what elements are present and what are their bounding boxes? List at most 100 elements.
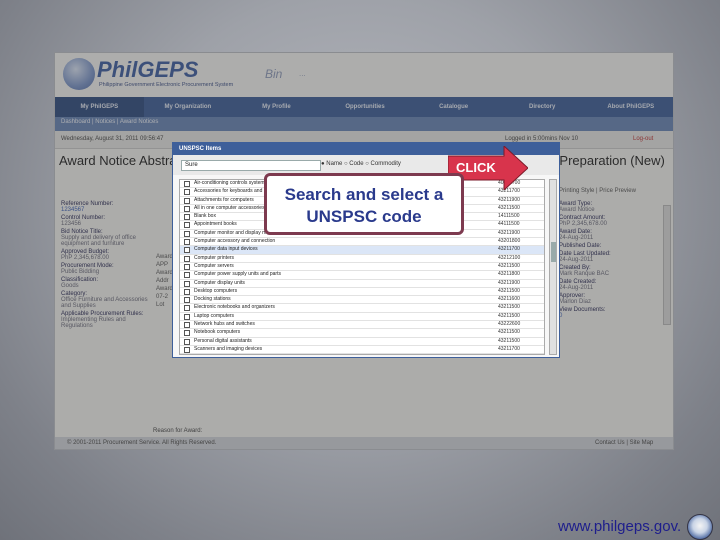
unspsc-row[interactable]: Electronic notebooks and organizers 43211… (180, 304, 544, 313)
unspsc-code: 43212100 (498, 254, 521, 261)
row-checkbox[interactable] (184, 189, 190, 196)
unspsc-row[interactable]: Network hubs and switches 43222600 (180, 321, 544, 330)
row-checkbox[interactable] (184, 330, 190, 337)
list-scrollbar[interactable] (549, 179, 557, 355)
unspsc-name: Electronic notebooks and organizers (194, 304, 275, 311)
row-checkbox[interactable] (184, 313, 190, 320)
unspsc-row[interactable]: Computer printers 43212100 (180, 255, 544, 263)
main-nav: My PhilGEPS My Organization My Profile O… (55, 97, 673, 117)
field-value: Goods (61, 283, 79, 289)
row-checkbox[interactable] (184, 239, 190, 246)
unspsc-row[interactable]: Notebook computers 43211500 (180, 329, 544, 338)
logout-link[interactable]: Log-out (633, 136, 653, 142)
unspsc-search-input[interactable]: Sure (181, 160, 321, 171)
right-field-column: Award Type: Award Notice Contract Amount… (559, 199, 659, 321)
row-checkbox[interactable] (184, 297, 190, 304)
unspsc-code: 43211700 (498, 345, 520, 352)
row-checkbox[interactable] (184, 288, 190, 295)
search-type-options[interactable]: ● Name ○ Code ○ Commodity (321, 161, 401, 167)
field-value: Award Notice (559, 207, 595, 213)
unspsc-code: 43211500 (498, 329, 520, 336)
row-checkbox[interactable] (184, 181, 190, 187)
field-value: 24-Aug-2011 (559, 257, 594, 263)
row-checkbox[interactable] (184, 280, 190, 287)
site-logo[interactable]: PhilGEPS (97, 57, 198, 83)
tab-my-organization[interactable]: My Organization (144, 97, 233, 117)
tab-my-profile[interactable]: My Profile (232, 97, 321, 117)
screenshot-panel: PhilGEPS Philippine Government Electroni… (54, 52, 674, 450)
footer-links[interactable]: Contact Us | Site Map (595, 440, 653, 446)
copyright-text: © 2001-2011 Procurement Service. All Rig… (67, 440, 217, 446)
middle-field-column: Award APP Award Addr Awarded 07-2 Lot (156, 253, 180, 309)
row-checkbox[interactable] (184, 346, 190, 353)
tab-directory[interactable]: Directory (498, 97, 587, 117)
field-value: Supply and delivery of office equipment … (61, 235, 136, 247)
lot-tab[interactable]: Lot (156, 301, 172, 309)
unspsc-row[interactable]: Desktop computers 43211500 (180, 287, 544, 297)
breadcrumb[interactable]: Dashboard | Notices | Award Notices (61, 119, 158, 125)
row-checkbox[interactable] (184, 197, 190, 204)
unspsc-name: Network hubs and switches (194, 321, 255, 328)
field-value: Marlon Diaz (559, 299, 592, 305)
unspsc-row[interactable]: Docking stations 43211600 (180, 296, 544, 305)
page-scrollbar[interactable] (663, 205, 671, 325)
field-value: 24-Aug-2011 (559, 285, 594, 291)
mid-label: Award (156, 254, 173, 260)
field-value: 123456 (61, 221, 82, 227)
unspsc-row[interactable]: Computer servers 43211500 (180, 263, 544, 272)
unspsc-name: Scanners and imaging devices (194, 345, 263, 352)
unspsc-name: Attachments for computers (194, 196, 254, 203)
row-checkbox[interactable] (184, 322, 190, 329)
unspsc-code: 43211500 (498, 312, 520, 319)
reference-number-link[interactable]: 1234567 (61, 207, 151, 213)
row-checkbox[interactable] (184, 214, 190, 221)
unspsc-name: Computer display units (194, 279, 245, 286)
site-header: PhilGEPS Philippine Government Electroni… (55, 53, 673, 97)
row-checkbox[interactable] (184, 263, 190, 270)
philgeps-globe-icon (63, 58, 95, 90)
unspsc-row[interactable]: Computer power supply units and parts 432… (180, 271, 544, 280)
unspsc-row[interactable]: Computer data input devices 43211700 (180, 246, 544, 255)
unspsc-code: 44111500 (498, 221, 520, 228)
unspsc-row[interactable]: Laptop computers 43211500 (180, 312, 544, 322)
mid-label: 07-2 (156, 294, 169, 300)
row-checkbox[interactable] (184, 247, 190, 254)
unspsc-code: 14111500 (498, 213, 520, 220)
field-value: Implementing Rules and Regulations (61, 317, 126, 329)
sub-nav: Dashboard | Notices | Award Notices (55, 117, 673, 131)
row-checkbox[interactable] (184, 205, 190, 212)
callout-line-2: UNSPSC code (306, 207, 422, 226)
unspsc-row[interactable]: Scanners and imaging devices 43211700 (180, 346, 544, 354)
unspsc-name: Personal digital assistants (194, 337, 252, 344)
unspsc-code: 43211500 (498, 304, 520, 311)
unspsc-row[interactable]: Personal digital assistants 43211500 (180, 338, 544, 346)
tab-my-philgeps[interactable]: My PhilGEPS (55, 97, 144, 117)
row-checkbox[interactable] (184, 272, 190, 279)
row-checkbox[interactable] (184, 338, 190, 345)
view-documents-link[interactable]: 0 (559, 313, 659, 319)
row-checkbox[interactable] (184, 255, 190, 262)
unspsc-row[interactable]: Computer display units 43211900 (180, 280, 544, 288)
scroll-thumb[interactable] (551, 242, 556, 262)
unspsc-code: 43211600 (498, 296, 520, 303)
row-checkbox[interactable] (184, 222, 190, 229)
unspsc-code: 43211500 (498, 287, 520, 294)
row-checkbox[interactable] (184, 305, 190, 312)
unspsc-code: 43211700 (498, 246, 520, 253)
print-options[interactable]: Printing Style | Price Preview (559, 188, 636, 194)
unspsc-code: 43222600 (498, 321, 521, 328)
field-value: 24-Aug-2011 (559, 235, 594, 241)
field-value: Public Bidding (61, 269, 100, 275)
tab-catalogue[interactable]: Catalogue (409, 97, 498, 117)
unspsc-code: 43211900 (498, 196, 520, 203)
unspsc-name: Appointment books (194, 221, 237, 228)
mid-label: Addr (156, 278, 169, 284)
site-url: www.philgeps.gov. (558, 518, 682, 535)
unspsc-row[interactable]: Computer accessory and connection 4320180… (180, 238, 544, 247)
tab-about-philgeps[interactable]: About PhilGEPS (586, 97, 673, 117)
unspsc-row[interactable]: Storage media and devices 43202000 (180, 354, 544, 355)
session-datetime: Wednesday, August 31, 2011 09:56:47 (61, 136, 164, 142)
row-checkbox[interactable] (184, 230, 190, 237)
unspsc-code: 43211500 (498, 204, 520, 211)
tab-opportunities[interactable]: Opportunities (321, 97, 410, 117)
